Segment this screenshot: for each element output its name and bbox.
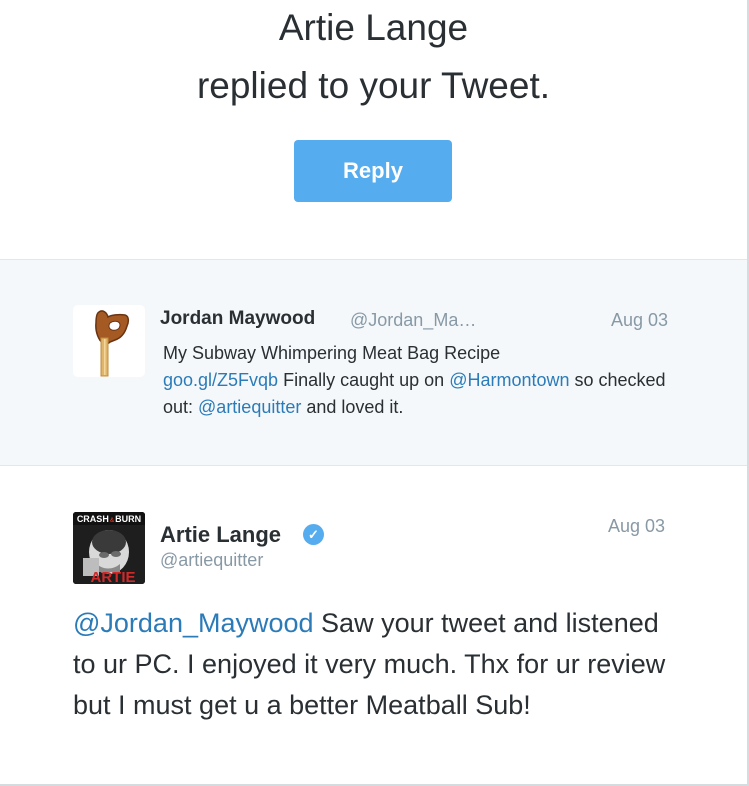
original-text-part-2: Finally caught up on bbox=[278, 370, 450, 390]
headline-action: replied to your Tweet. bbox=[196, 65, 551, 106]
reply-author-handle[interactable]: @artiequitter bbox=[160, 550, 263, 571]
original-text-part-1: My Subway Whimpering Meat Bag Recipe bbox=[163, 343, 501, 363]
original-text-part-4: and loved it. bbox=[301, 397, 404, 417]
divider-bottom bbox=[0, 465, 747, 466]
original-tweet-date[interactable]: Aug 03 bbox=[611, 310, 668, 331]
original-author-handle[interactable]: @Jordan_Ma… bbox=[350, 310, 476, 331]
mention-harmontown[interactable]: @Harmontown bbox=[449, 370, 569, 390]
reply-tweet-text: @Jordan_Maywood Saw your tweet and liste… bbox=[73, 603, 673, 726]
artie-avatar[interactable]: CRASH&BURN ARTIE bbox=[73, 512, 145, 584]
reply-author-name[interactable]: Artie Lange bbox=[160, 522, 281, 548]
mention-artiequitter[interactable]: @artiequitter bbox=[198, 397, 301, 417]
jordan-avatar[interactable] bbox=[73, 305, 145, 377]
reply-tweet-date[interactable]: Aug 03 bbox=[608, 516, 665, 537]
original-author-name[interactable]: Jordan Maywood bbox=[160, 308, 315, 330]
avatar-book-name: ARTIE bbox=[91, 569, 136, 584]
original-tweet[interactable]: Jordan Maywood @Jordan_Ma… Aug 03 My Sub… bbox=[0, 260, 747, 465]
original-tweet-text: My Subway Whimpering Meat Bag Recipe goo.… bbox=[163, 340, 693, 421]
reply-button[interactable]: Reply bbox=[294, 140, 452, 202]
headline-name: Artie Lange bbox=[278, 7, 469, 48]
link-goo-gl[interactable]: goo.gl/Z5Fvqb bbox=[163, 370, 278, 390]
mention-jordan-maywood[interactable]: @Jordan_Maywood bbox=[73, 608, 314, 638]
verified-badge-icon: ✓ bbox=[303, 524, 324, 545]
